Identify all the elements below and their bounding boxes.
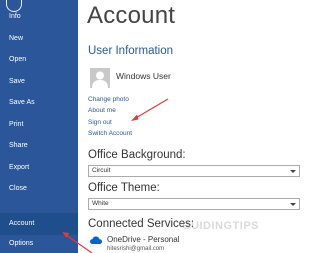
sidebar-item-options[interactable]: Options	[0, 234, 78, 253]
sidebar-item-save[interactable]: Save	[0, 72, 78, 92]
sidebar-item-new[interactable]: New	[0, 29, 78, 49]
connected-services-label: Connected Services:	[88, 218, 195, 230]
sidebar-item-open[interactable]: Open	[0, 50, 78, 70]
office-theme-select[interactable]: White	[88, 198, 300, 210]
page-title: Account	[87, 2, 176, 29]
office-background-label: Office Background:	[88, 149, 186, 161]
sidebar-item-export[interactable]: Export	[0, 158, 78, 178]
sign-out-link[interactable]: Sign out	[88, 119, 112, 126]
office-background-select[interactable]: Circuit	[88, 165, 300, 177]
sidebar-item-info[interactable]: Info	[0, 7, 78, 27]
watermark: GUIDINGTIPS	[182, 220, 260, 232]
sidebar-item-save-as[interactable]: Save As	[0, 93, 78, 113]
sidebar-item-share[interactable]: Share	[0, 136, 78, 156]
chevron-down-icon	[290, 170, 296, 173]
account-panel: Account User Information Windows User Ch…	[78, 0, 300, 253]
user-silhouette-icon	[90, 68, 110, 88]
change-photo-link[interactable]: Change photo	[88, 96, 129, 103]
avatar	[90, 68, 110, 88]
chevron-down-icon	[290, 203, 296, 206]
user-name: Windows User	[116, 71, 171, 81]
sidebar-item-print[interactable]: Print	[0, 115, 78, 135]
cloud-icon	[90, 236, 102, 244]
switch-account-link[interactable]: Switch Account	[88, 130, 132, 137]
office-theme-label: Office Theme:	[88, 182, 160, 194]
user-information-heading: User Information	[88, 45, 174, 57]
service-name: OneDrive - Personal	[107, 235, 180, 244]
backstage-sidebar: Info New Open Save Save As Print Share E…	[0, 0, 78, 253]
sidebar-item-account[interactable]: Account	[0, 213, 78, 235]
office-background-value: Circuit	[92, 167, 111, 174]
office-theme-value: White	[92, 200, 109, 207]
about-me-link[interactable]: About me	[88, 107, 116, 114]
sidebar-item-close[interactable]: Close	[0, 179, 78, 199]
service-email: hitesrishi@gmail.com	[107, 246, 165, 252]
